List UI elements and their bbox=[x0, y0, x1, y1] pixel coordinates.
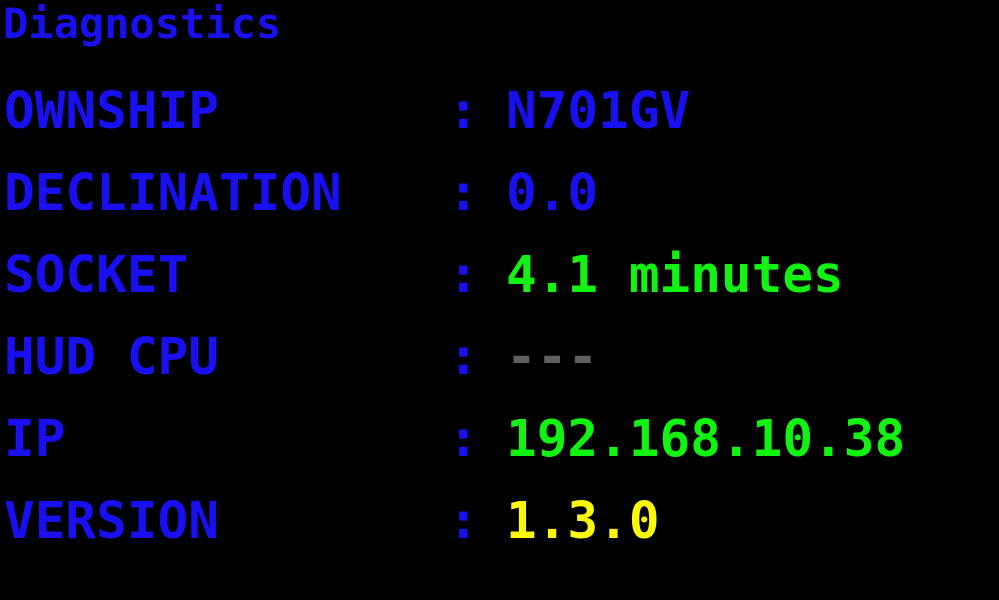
row-value-version: 1.3.0 bbox=[506, 492, 660, 551]
row-label-declination: DECLINATION bbox=[4, 164, 342, 223]
diagnostics-row-socket: SOCKET:4.1 minutes bbox=[0, 246, 999, 328]
row-separator-hud-cpu: : bbox=[448, 328, 479, 387]
row-separator-ip: : bbox=[448, 410, 479, 469]
row-separator-declination: : bbox=[448, 164, 479, 223]
row-value-declination: 0.0 bbox=[506, 164, 599, 223]
row-label-socket: SOCKET bbox=[4, 246, 189, 305]
row-value-socket: 4.1 minutes bbox=[506, 246, 844, 305]
row-label-ownship: OWNSHIP bbox=[4, 82, 219, 141]
page-title: Diagnostics bbox=[3, 0, 282, 48]
diagnostics-row-version: VERSION:1.3.0 bbox=[0, 492, 999, 574]
row-value-ip: 192.168.10.38 bbox=[506, 410, 906, 469]
row-value-hud-cpu: --- bbox=[506, 328, 599, 387]
diagnostics-screen: Diagnostics OWNSHIP: N701GV DECLINATION:0.… bbox=[0, 0, 999, 600]
row-separator-version: : bbox=[448, 492, 479, 551]
diagnostics-row-hud-cpu: HUD CPU: --- bbox=[0, 328, 999, 410]
row-value-ownship: N701GV bbox=[506, 82, 691, 141]
row-label-hud-cpu: HUD CPU bbox=[4, 328, 219, 387]
row-label-version: VERSION bbox=[4, 492, 219, 551]
row-separator-ownship: : bbox=[448, 82, 479, 141]
diagnostics-row-ownship: OWNSHIP: N701GV bbox=[0, 82, 999, 164]
diagnostics-row-declination: DECLINATION:0.0 bbox=[0, 164, 999, 246]
row-label-ip: IP bbox=[4, 410, 66, 469]
diagnostics-row-list: OWNSHIP: N701GV DECLINATION:0.0 SOCKET:4.1 … bbox=[0, 82, 999, 574]
diagnostics-row-ip: IP:192.168.10.38 bbox=[0, 410, 999, 492]
row-separator-socket: : bbox=[448, 246, 479, 305]
